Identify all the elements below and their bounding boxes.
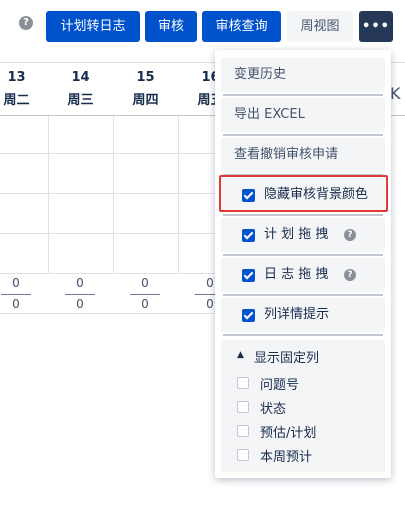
weekday-label: 周二 (3, 93, 30, 108)
corner-chevron-icon: K (390, 84, 401, 103)
help-icon[interactable]: ? (344, 269, 356, 281)
plan-to-log-button[interactable]: 计划转日志 (46, 11, 140, 42)
grid-row-line (0, 193, 220, 194)
log-drag-label: 日 志 拖 拽 (264, 267, 329, 282)
change-history-item[interactable]: 变更历史 (221, 58, 385, 92)
review-button[interactable]: 审核 (145, 11, 197, 42)
day-number: 14 (71, 70, 90, 85)
column-tips-label: 列详情提示 (264, 307, 330, 322)
plan-drag-label: 计 划 拖 拽 (264, 227, 329, 242)
log-drag-item[interactable]: 日 志 拖 拽 ? (221, 258, 385, 292)
grid-divider (113, 114, 114, 274)
view-revoke-review-item[interactable]: 查看撤销审核申请 (221, 138, 385, 172)
export-excel-item[interactable]: 导出 EXCEL (221, 98, 385, 132)
fraction-line (65, 294, 95, 295)
status-checkbox[interactable] (237, 401, 249, 413)
menu-divider (223, 134, 383, 136)
week-estimate-label: 本周预计 (260, 450, 313, 465)
total-bottom-value: 0 (76, 297, 84, 311)
fraction-line (130, 294, 160, 295)
grid-divider (178, 114, 179, 274)
day-number: 15 (136, 70, 155, 85)
day-column-header: 13 周二 (0, 63, 49, 115)
grid-row-line (0, 273, 220, 274)
weekday-label: 周四 (132, 93, 159, 108)
total-bottom-value: 0 (141, 297, 149, 311)
more-options-button[interactable]: ••• (359, 11, 393, 42)
fixed-columns-section: ▲ 显示固定列 问题号 状态 预估/计划 本周预计 (221, 340, 385, 472)
fixed-columns-title[interactable]: 显示固定列 (254, 347, 319, 366)
day-number: 13 (7, 70, 26, 85)
total-bottom-value: 0 (12, 297, 20, 311)
weekday-label: 周三 (67, 93, 94, 108)
total-top-value: 0 (12, 276, 20, 290)
estimate-plan-checkbox[interactable] (237, 425, 249, 437)
column-tips-item[interactable]: 列详情提示 (221, 298, 385, 332)
day-column-header: 14 周三 (48, 63, 113, 115)
estimate-plan-label: 预估/计划 (260, 426, 317, 441)
grid-row-line (0, 313, 220, 314)
total-top-value: 0 (141, 276, 149, 290)
grid-row-line (0, 233, 220, 234)
help-icon[interactable]: ? (19, 16, 33, 30)
checkbox-checked-icon[interactable] (242, 309, 255, 322)
status-label: 状态 (260, 402, 287, 417)
menu-divider (223, 214, 383, 216)
menu-divider (223, 334, 383, 336)
review-query-button[interactable]: 审核查询 (202, 11, 281, 42)
menu-divider (223, 94, 383, 96)
grid-row-line (0, 153, 220, 154)
grid-divider (48, 114, 49, 274)
more-options-dropdown: 变更历史 导出 EXCEL 查看撤销审核申请 隐藏审核背景颜色 计 划 拖 拽 … (215, 50, 391, 478)
issue-number-checkbox[interactable] (237, 377, 249, 389)
issue-number-label: 问题号 (260, 378, 300, 393)
week-view-button[interactable]: 周视图 (287, 11, 353, 42)
week-estimate-checkbox[interactable] (237, 449, 249, 461)
fraction-line (1, 294, 31, 295)
caret-up-icon[interactable]: ▲ (237, 350, 244, 360)
menu-divider (223, 254, 383, 256)
highlight-box (219, 175, 388, 212)
menu-divider (223, 294, 383, 296)
help-icon[interactable]: ? (344, 229, 356, 241)
plan-drag-item[interactable]: 计 划 拖 拽 ? (221, 218, 385, 252)
checkbox-checked-icon[interactable] (242, 269, 255, 282)
checkbox-checked-icon[interactable] (242, 229, 255, 242)
total-top-value: 0 (76, 276, 84, 290)
day-column-header: 15 周四 (113, 63, 178, 115)
